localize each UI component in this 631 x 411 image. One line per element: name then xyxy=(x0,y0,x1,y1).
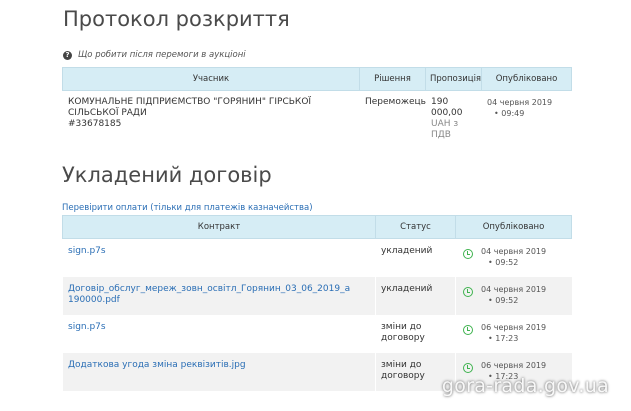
table-row: sign.p7s укладений 04 червня 2019 09:52 xyxy=(62,238,572,277)
column-header-published: Опубліковано xyxy=(481,67,572,91)
offer-cell: 190 000,00 UAH з ПДВ xyxy=(425,90,482,151)
published-time: 09:52 xyxy=(481,257,546,268)
contract-file-cell: sign.p7s xyxy=(62,315,376,353)
status-cell: зміни до договору xyxy=(375,315,456,353)
column-header-offer: Пропозиція xyxy=(425,67,482,91)
column-header-contract-published: Опубліковано xyxy=(455,215,572,239)
published-cell: 04 червня 2019 09:52 xyxy=(455,238,572,277)
published-cell: 04 червня 2019 09:49 xyxy=(481,90,572,151)
participant-code: #33678185 xyxy=(68,119,122,129)
contract-file-cell: Додаткова угода зміна реквізитів.jpg xyxy=(62,353,376,391)
participant-cell: КОМУНАЛЬНЕ ПІДПРИЄМСТВО "ГОРЯНИН" ГІРСЬК… xyxy=(62,90,360,151)
status-cell: укладений xyxy=(375,238,456,277)
help-link[interactable]: ? Що робити після перемоги в аукціоні xyxy=(63,50,246,60)
contract-file-link[interactable]: sign.p7s xyxy=(68,322,106,332)
help-text: Що робити після перемоги в аукціоні xyxy=(78,50,246,60)
disclosure-table: Учасник Рішення Пропозиція Опубліковано … xyxy=(62,67,572,151)
column-header-contract: Контракт xyxy=(62,215,376,239)
site-watermark: gora-rada.gov.ua xyxy=(441,375,609,397)
column-header-decision: Рішення xyxy=(359,67,426,91)
participant-name: КОМУНАЛЬНЕ ПІДПРИЄМСТВО "ГОРЯНИН" ГІРСЬК… xyxy=(68,97,312,118)
contract-file-link[interactable]: Додаткова угода зміна реквізитів.jpg xyxy=(68,360,246,370)
check-payments-link[interactable]: Перевірити оплати (тільки для платежів к… xyxy=(62,203,313,213)
contract-file-link[interactable]: sign.p7s xyxy=(68,246,106,256)
published-date: 04 червня 2019 xyxy=(481,285,547,294)
column-header-participant: Учасник xyxy=(62,67,360,91)
published-date: 04 червня 2019 xyxy=(487,98,553,107)
published-cell: 04 червня 2019 09:52 xyxy=(455,277,572,315)
published-date: 04 червня 2019 xyxy=(481,247,547,256)
table-row: sign.p7s зміни до договору 06 червня 201… xyxy=(62,315,572,353)
published-date: 06 червня 2019 xyxy=(481,323,547,332)
contract-file-cell: Договір_обслуг_мереж_зовн_освітл_Горянин… xyxy=(62,277,376,315)
table-row: Договір_обслуг_мереж_зовн_освітл_Горянин… xyxy=(62,277,572,315)
contract-file-cell: sign.p7s xyxy=(62,238,376,277)
clock-icon xyxy=(463,363,473,373)
published-date: 06 червня 2019 xyxy=(481,361,547,370)
status-cell: укладений xyxy=(375,277,456,315)
offer-amount: 190 000,00 xyxy=(431,97,463,118)
contract-section-title: Укладений договір xyxy=(62,163,272,187)
decision-cell: Переможець xyxy=(359,90,426,151)
column-header-status: Статус xyxy=(375,215,456,239)
table-row: КОМУНАЛЬНЕ ПІДПРИЄМСТВО "ГОРЯНИН" ГІРСЬК… xyxy=(62,90,572,151)
clock-icon xyxy=(463,249,473,259)
clock-icon xyxy=(463,325,473,335)
clock-icon xyxy=(463,287,473,297)
published-time: 09:49 xyxy=(487,108,567,119)
offer-note: UAH з ПДВ xyxy=(431,119,459,140)
published-time: 09:52 xyxy=(481,295,546,306)
contract-file-link[interactable]: Договір_обслуг_мереж_зовн_освітл_Горянин… xyxy=(68,284,350,305)
disclosure-protocol-title: Протокол розкриття xyxy=(63,7,290,31)
question-icon: ? xyxy=(63,50,72,60)
published-cell: 06 червня 2019 17:23 xyxy=(455,315,572,353)
published-time: 17:23 xyxy=(481,333,546,344)
contract-table: Контракт Статус Опубліковано sign.p7s ук… xyxy=(62,215,572,391)
